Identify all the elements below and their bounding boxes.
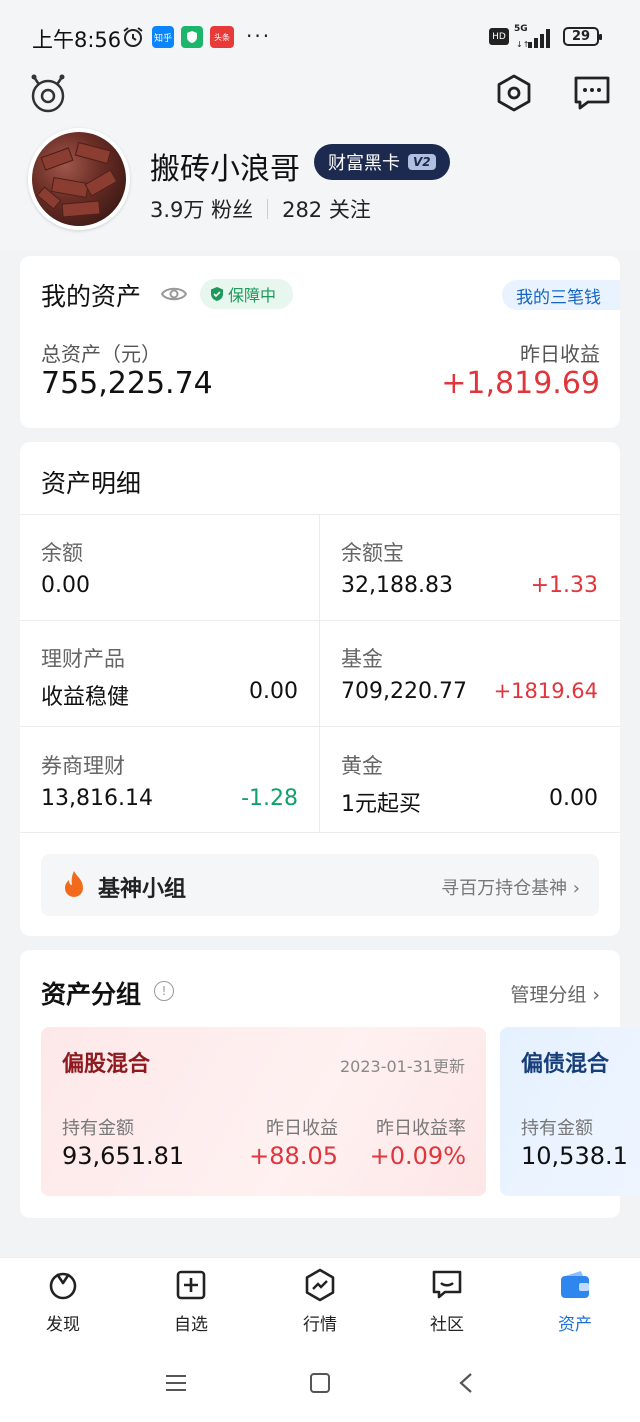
community-icon (432, 1270, 462, 1299)
nav-label: 资产 (558, 1315, 592, 1335)
hd-icon: HD (489, 28, 509, 45)
asset-cell-fund[interactable] (320, 620, 620, 726)
group-updated: 2023-01-31更新 (340, 1057, 465, 1076)
guard-label: 保障中 (228, 286, 277, 305)
yesterday-earnings-label: 昨日收益 (520, 342, 600, 366)
nav-label: 自选 (174, 1315, 208, 1335)
divider (267, 199, 269, 219)
asset-cell-gain: 0.00 (249, 679, 298, 704)
avatar[interactable] (28, 128, 130, 230)
asset-cell-value: 709,220.77 (341, 679, 467, 704)
asset-cell-label: 券商理财 (41, 754, 125, 778)
follow-stats: 3.9万 粉丝 282 关注 (150, 194, 371, 224)
status-time: 上午8:56 (32, 28, 122, 52)
asset-cell-gain: +1.33 (530, 573, 598, 598)
more-notifications-icon: ··· (246, 24, 272, 48)
jishen-label: 基神小组 (98, 877, 187, 902)
info-icon[interactable]: ! (154, 981, 174, 1001)
group-hold-label: 持有金额 (521, 1118, 593, 1139)
nav-community[interactable]: 社区 (407, 1268, 487, 1335)
svg-text:↓↑: ↓↑ (516, 40, 529, 48)
fans-count[interactable]: 3.9万 粉丝 (150, 194, 253, 224)
yesterday-earnings-value: +1,819.69 (441, 366, 600, 401)
asset-cell-yuebao[interactable] (320, 514, 620, 620)
group-hold-value: 93,651.81 (62, 1142, 185, 1170)
asset-cell-label: 基金 (341, 647, 383, 671)
nav-label: 发现 (46, 1315, 80, 1335)
nav-assets[interactable]: 资产 (535, 1268, 615, 1335)
shield-check-icon (211, 287, 223, 301)
asset-cell-label: 理财产品 (41, 647, 125, 671)
nav-market[interactable]: 行情 (280, 1268, 360, 1335)
group-name: 偏债混合 (521, 1052, 610, 1077)
three-money-button[interactable]: 我的三笔钱 (502, 280, 620, 310)
asset-cell-value: 0.00 (41, 573, 90, 598)
eye-icon[interactable] (160, 284, 188, 304)
group-panel-bond[interactable]: 偏债混合 持有金额 10,538.1 (500, 1027, 640, 1196)
jishen-link[interactable]: 寻百万持仓基神 › (380, 874, 580, 900)
alarm-icon (123, 27, 143, 47)
nav-label: 行情 (303, 1315, 337, 1335)
settings-icon[interactable] (494, 73, 534, 113)
signal-icon: ↓↑ (516, 29, 550, 48)
vip-level: V2 (408, 154, 436, 170)
asset-cell-label: 余额 (41, 541, 83, 565)
asset-cell-value: 32,188.83 (341, 573, 453, 598)
group-rate-label: 昨日收益率 (376, 1118, 466, 1139)
asset-cell-gain: +1819.64 (493, 679, 598, 703)
asset-cell-balance[interactable] (20, 514, 319, 620)
asset-detail-title: 资产明细 (41, 469, 142, 498)
username: 搬砖小浪哥 (150, 152, 300, 187)
message-icon[interactable] (572, 74, 612, 112)
discover-icon (49, 1272, 77, 1300)
following-count[interactable]: 282 关注 (282, 194, 371, 224)
asset-cell-value: 13,816.14 (41, 786, 153, 811)
zhihu-icon: 知乎 (152, 26, 174, 48)
battery-icon: 29 (563, 27, 602, 46)
group-yest-label: 昨日收益 (266, 1118, 338, 1139)
my-assets-title: 我的资产 (41, 282, 142, 311)
divider (20, 832, 620, 833)
asset-groups-title: 资产分组 (41, 980, 142, 1009)
mascot-icon[interactable] (28, 72, 68, 114)
group-yest-value: +88.05 (249, 1142, 338, 1170)
nav-label: 社区 (430, 1315, 464, 1335)
nav-watchlist[interactable]: 自选 (151, 1268, 231, 1335)
group-hold-value: 10,538.1 (521, 1142, 628, 1170)
flame-icon (65, 871, 83, 897)
guard-badge[interactable]: 保障中 (200, 279, 293, 309)
asset-cell-value: 收益稳健 (41, 685, 130, 710)
total-assets-value: 755,225.74 (41, 366, 213, 401)
watchlist-icon (176, 1270, 206, 1300)
back-icon[interactable] (457, 1372, 475, 1394)
asset-cell-value: 1元起买 (341, 792, 421, 817)
group-name: 偏股混合 (62, 1052, 151, 1077)
menu-icon[interactable] (164, 1373, 188, 1393)
vip-badge[interactable]: 财富黑卡 V2 (314, 144, 450, 180)
asset-cell-gain: 0.00 (549, 786, 598, 811)
manage-groups-link[interactable]: 管理分组 › (470, 980, 600, 1007)
nav-discover[interactable]: 发现 (23, 1268, 103, 1335)
asset-cell-gain: -1.28 (241, 786, 298, 811)
shield-app-icon (181, 26, 203, 48)
market-icon (305, 1268, 335, 1302)
asset-cell-label: 黄金 (341, 754, 383, 778)
group-hold-label: 持有金额 (62, 1118, 134, 1139)
vip-badge-label: 财富黑卡 (328, 153, 400, 174)
toutiao-icon: 头条 (210, 26, 234, 48)
group-rate-value: +0.09% (369, 1142, 466, 1170)
total-assets-label: 总资产（元） (41, 342, 161, 366)
wallet-icon (561, 1271, 589, 1298)
home-icon[interactable] (309, 1372, 331, 1394)
asset-cell-label: 余额宝 (341, 541, 404, 565)
